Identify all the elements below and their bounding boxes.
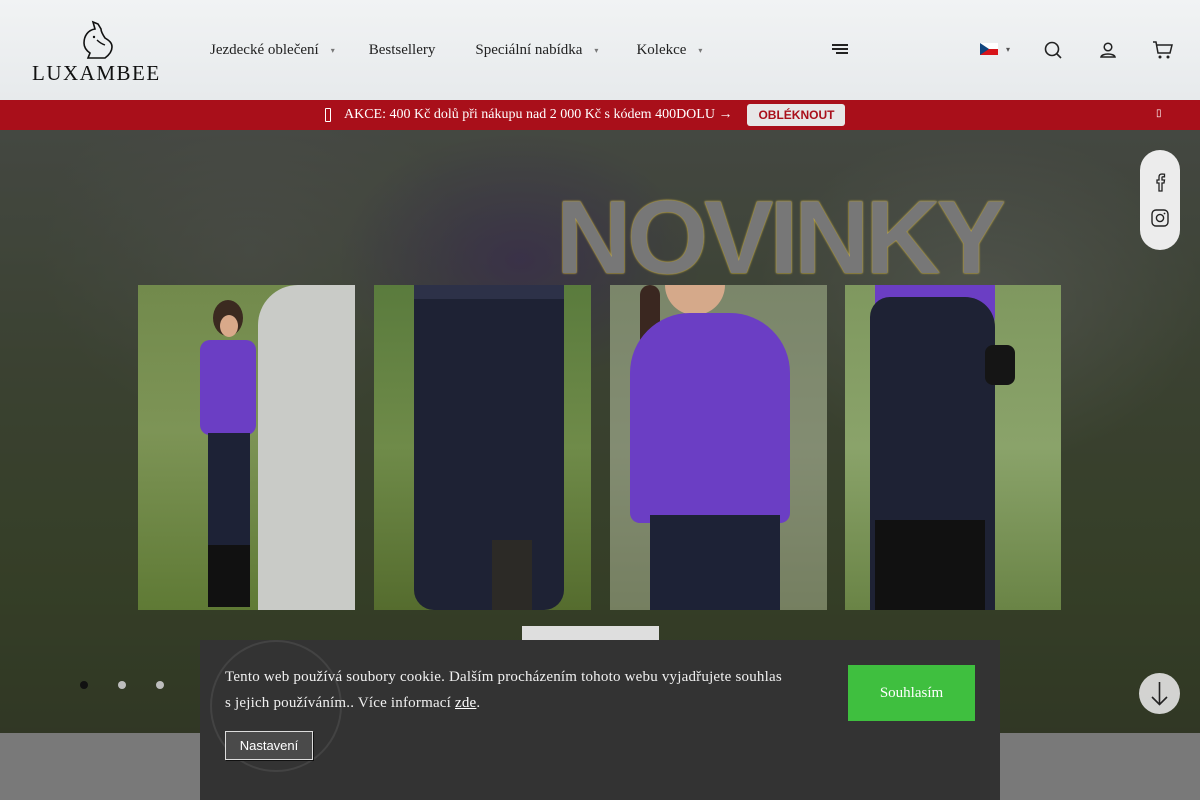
cookie-message-text: Tento web používá soubory cookie. Dalším…	[225, 669, 782, 711]
hero-photo-rider-side	[845, 285, 1061, 610]
hero-photo-rider-portrait	[610, 285, 827, 610]
slider-dot-3[interactable]	[156, 681, 164, 689]
site-header: LUXAMBEE Jezdecké oblečení ▾ Bestsellery…	[0, 0, 1200, 100]
nav-item-kolekce[interactable]: Kolekce ▾	[636, 42, 702, 59]
user-icon[interactable]	[1098, 40, 1118, 60]
ticket-icon	[325, 108, 331, 122]
cookie-message-end: .	[476, 695, 481, 711]
nav-item-label: Jezdecké oblečení	[210, 41, 319, 58]
search-icon[interactable]	[1043, 40, 1063, 60]
logo[interactable]: LUXAMBEE	[32, 20, 160, 85]
hero-photo-breeches-back	[374, 285, 591, 610]
chevron-down-icon: ▾	[594, 45, 599, 55]
cookie-accept-button[interactable]: Souhlasím	[848, 665, 975, 721]
close-icon[interactable]: ▯	[1156, 108, 1164, 122]
hero-photo-rider-with-horse	[138, 285, 355, 610]
hero-title: NOVINKY	[556, 180, 1006, 296]
promo-bar: AKCE: 400 Kč dolů při nákupu nad 2 000 K…	[0, 100, 1200, 130]
cart-icon[interactable]	[1152, 40, 1173, 60]
slider-dots	[80, 681, 194, 689]
promo-text: AKCE: 400 Kč dolů při nákupu nad 2 000 K…	[344, 107, 733, 122]
cookie-more-info-link[interactable]: zde	[455, 695, 476, 711]
nav-item-specialni-nabidka[interactable]: Speciální nabídka ▾	[475, 42, 598, 59]
chevron-down-icon: ▾	[330, 45, 335, 55]
nav-item-label: Speciální nabídka	[475, 41, 583, 58]
logo-text: LUXAMBEE	[32, 61, 161, 85]
instagram-icon[interactable]	[1150, 208, 1170, 228]
hamburger-icon[interactable]	[832, 44, 848, 56]
chevron-down-icon: ▾	[698, 45, 703, 55]
language-switcher[interactable]: ▾	[980, 43, 1010, 55]
nav-item-jezdecke-obleceni[interactable]: Jezdecké oblečení ▾	[210, 42, 335, 59]
nav-item-label: Kolekce	[636, 41, 687, 58]
cookie-settings-button[interactable]: Nastavení	[225, 731, 313, 760]
main-nav: Jezdecké oblečení ▾ Bestsellery Speciáln…	[210, 40, 702, 60]
slider-dot-1[interactable]	[80, 681, 88, 689]
cookie-consent-bar: Tento web používá soubory cookie. Dalším…	[200, 640, 1000, 800]
nav-item-label: Bestsellery	[368, 41, 436, 58]
cookie-message: Tento web používá soubory cookie. Dalším…	[225, 664, 785, 716]
cz-flag-icon	[980, 43, 998, 55]
social-links	[1140, 150, 1180, 250]
facebook-icon[interactable]	[1150, 172, 1170, 192]
arrow-down-icon[interactable]	[1139, 673, 1180, 714]
chevron-down-icon: ▾	[1006, 44, 1011, 54]
promo-cta-button[interactable]: OBLÉKNOUT	[747, 104, 846, 126]
slider-dot-2[interactable]	[118, 681, 126, 689]
nav-item-bestsellery[interactable]: Bestsellery	[369, 42, 436, 59]
horse-logo-icon	[83, 20, 113, 59]
